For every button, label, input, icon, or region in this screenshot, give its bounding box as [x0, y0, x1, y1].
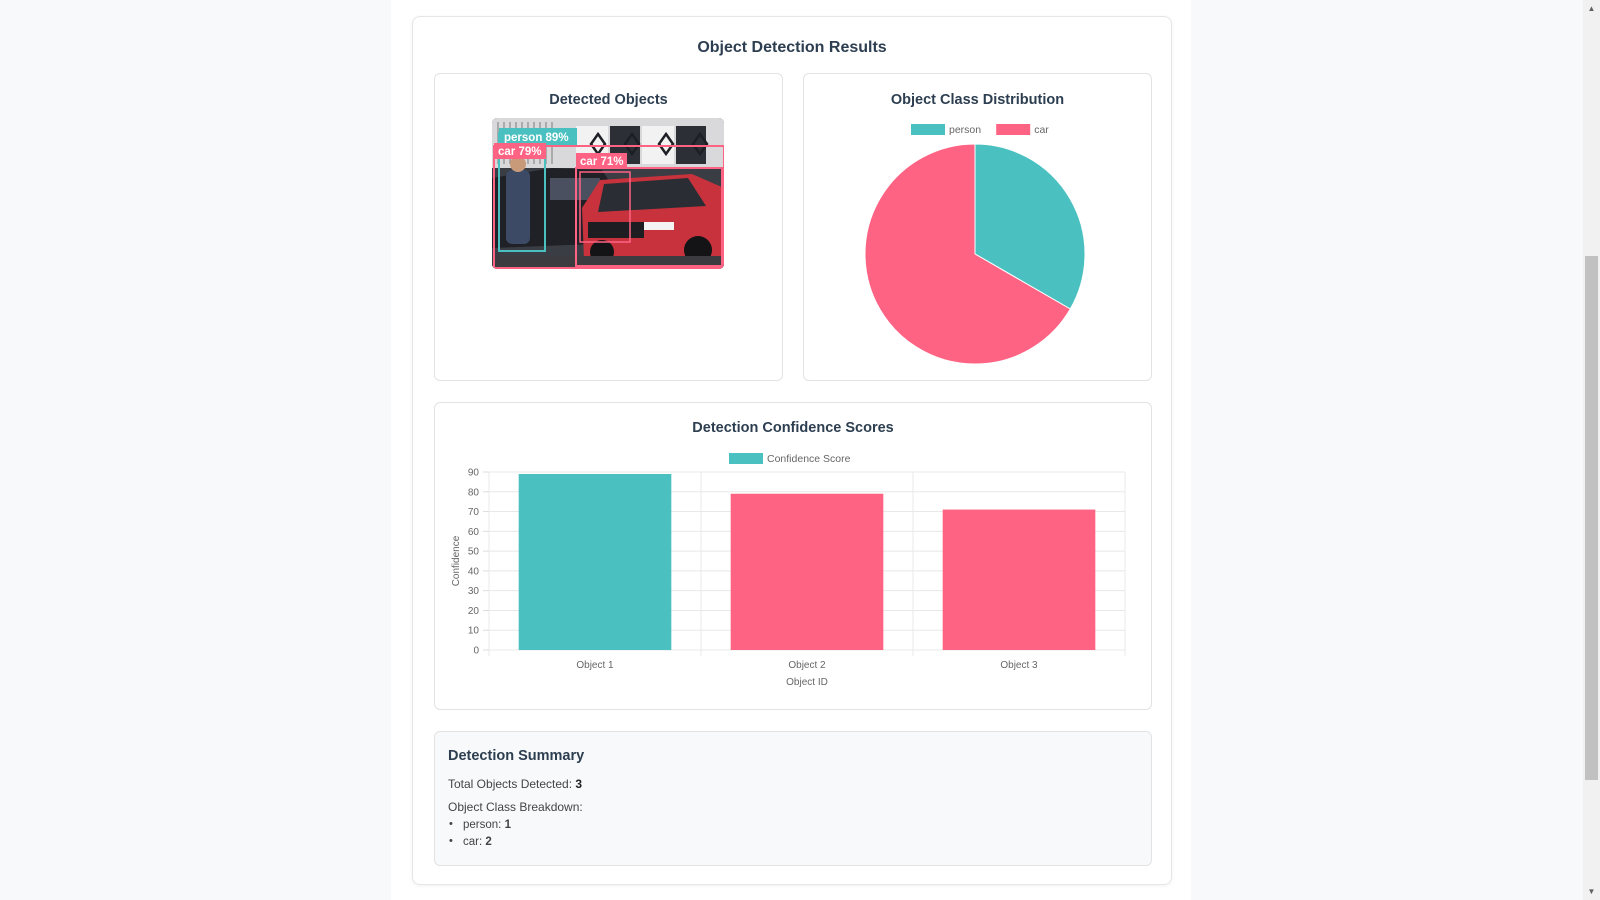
bar-chart: Confidence Score 90 80 70 60 50 40 30 20 10 0 Objec…: [451, 453, 1126, 688]
y-tick-label: 50: [468, 547, 480, 558]
bar-2[interactable]: [730, 493, 884, 650]
y-tick-label: 30: [468, 586, 480, 597]
detection-label-car-2: car 71%: [580, 156, 623, 168]
total-objects-value: 3: [575, 777, 583, 791]
y-tick-label: 20: [468, 606, 480, 617]
y-tick-label: 40: [468, 566, 480, 577]
y-tick-label: 70: [468, 507, 480, 518]
class-breakdown-label: Object Class Breakdown:: [448, 800, 583, 814]
breakdown-label: person:: [463, 819, 502, 831]
bar-3[interactable]: [942, 509, 1096, 650]
legend-swatch-confidence[interactable]: [729, 453, 763, 464]
detected-objects-title: Detected Objects: [549, 92, 668, 108]
legend-label-confidence[interactable]: Confidence Score: [767, 453, 851, 465]
breakdown-label: car:: [463, 836, 483, 848]
legend-swatch-person[interactable]: [911, 124, 945, 135]
pie-chart: person car: [864, 124, 1086, 365]
triangle-up-icon[interactable]: ▲: [1583, 0, 1600, 17]
page-title: Object Detection Results: [697, 39, 887, 56]
results-card: Object Detection Results Detected Object…: [412, 16, 1172, 885]
detection-image: person 89% car 79% car 71%: [492, 118, 724, 269]
legend-label-person[interactable]: person: [949, 124, 981, 136]
detection-label-person: person 89%: [504, 132, 569, 144]
breakdown-value: 1: [504, 819, 511, 831]
breakdown-value: 2: [485, 836, 492, 848]
y-tick-label: 60: [468, 527, 480, 538]
class-distribution-panel: Object Class Distribution person car: [803, 73, 1152, 381]
legend-label-car[interactable]: car: [1034, 124, 1049, 136]
class-breakdown-list: person: 1 car: 2: [448, 818, 511, 853]
summary-title: Detection Summary: [448, 748, 585, 764]
y-tick-label: 10: [468, 626, 480, 637]
scrollbar-thumb[interactable]: [1585, 256, 1598, 780]
x-tick-label: Object 2: [788, 660, 826, 671]
triangle-down-icon[interactable]: ▼: [1583, 883, 1600, 900]
detection-label-car-1: car 79%: [498, 146, 541, 158]
x-axis-title: Object ID: [786, 677, 828, 688]
detected-objects-panel: Detected Objects person 89% car 79% car …: [434, 73, 783, 381]
y-tick-label: 80: [468, 487, 480, 498]
vertical-scrollbar[interactable]: ▲ ▼: [1583, 0, 1600, 900]
y-tick-label: 90: [468, 468, 480, 479]
y-tick-label: 0: [473, 646, 479, 657]
x-tick-label: Object 3: [1000, 660, 1038, 671]
bar-1[interactable]: [518, 473, 672, 650]
y-axis-title: Confidence: [451, 535, 462, 586]
legend-swatch-car[interactable]: [996, 124, 1031, 135]
list-item: person: 1: [448, 818, 511, 836]
total-objects-line: Total Objects Detected: 3: [448, 777, 582, 791]
detection-image-svg: person 89% car 79% car 71%: [492, 118, 724, 269]
x-tick-label: Object 1: [576, 660, 614, 671]
list-item: car: 2: [448, 835, 511, 853]
total-objects-label: Total Objects Detected:: [448, 777, 573, 791]
confidence-scores-panel: Detection Confidence Scores Confidence S…: [434, 402, 1152, 710]
detection-summary: Detection Summary Total Objects Detected…: [434, 731, 1152, 866]
